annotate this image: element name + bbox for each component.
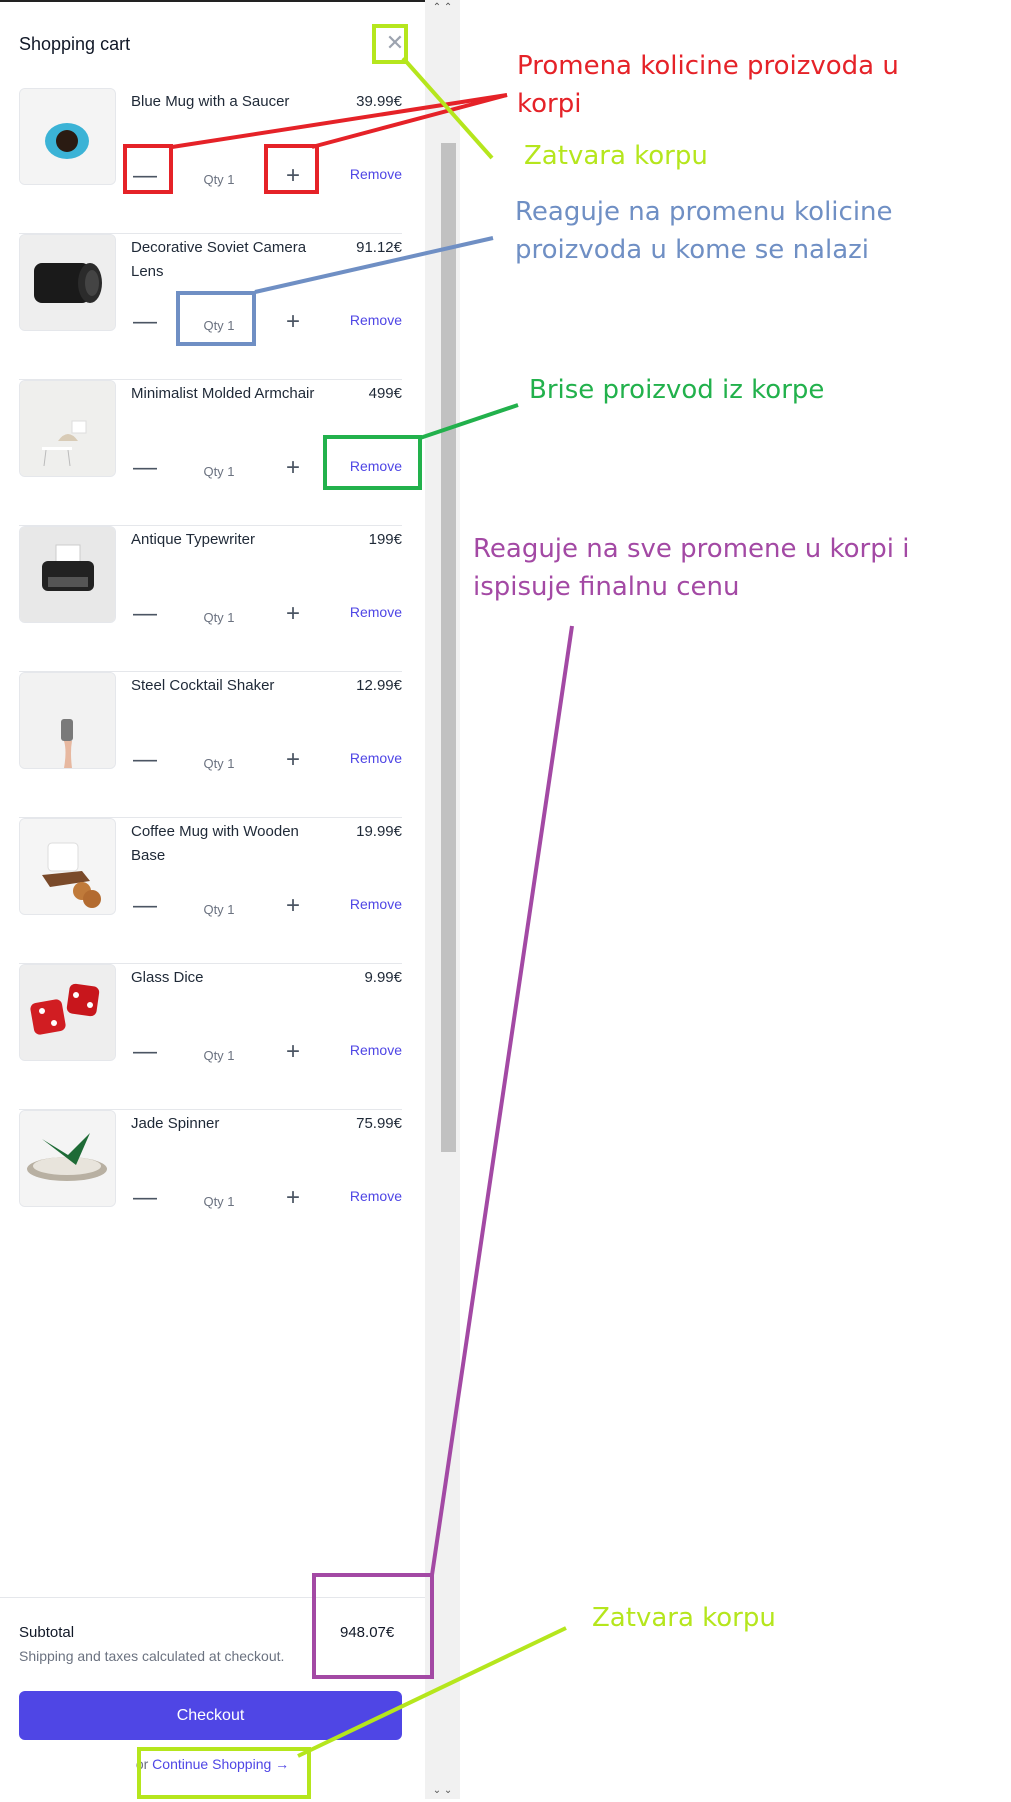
product-price: 12.99€ bbox=[356, 677, 402, 694]
quantity-display: Qty 1 bbox=[203, 756, 235, 771]
annotation-subtotal: Reaguje na sve promene u korpi i ispisuj… bbox=[473, 534, 910, 602]
product-price: 499€ bbox=[368, 385, 402, 402]
product-name[interactable]: Glass Dice bbox=[131, 966, 321, 990]
cart-item: Antique Typewriter 199€ — Qty 1 + Remove bbox=[19, 526, 402, 672]
product-image-glass-dice[interactable] bbox=[19, 964, 116, 1061]
quantity-display: Qty 1 bbox=[203, 172, 235, 187]
scroll-up-arrow-icon[interactable]: ⌃ ⌃ bbox=[425, 0, 460, 16]
product-price: 199€ bbox=[368, 531, 402, 548]
annotation-qty-change: Promena kolicine proizvoda u korpi bbox=[517, 51, 899, 119]
cart-title: Shopping cart bbox=[19, 34, 131, 54]
annotation-box-subtotal bbox=[312, 1573, 434, 1679]
product-name[interactable]: Minimalist Molded Armchair bbox=[131, 382, 321, 406]
annotation-close-top: Zatvara korpu bbox=[524, 141, 708, 171]
remove-button[interactable]: Remove bbox=[350, 896, 402, 912]
product-image-cocktail-shaker[interactable] bbox=[19, 672, 116, 769]
plus-icon[interactable]: + bbox=[271, 302, 315, 342]
remove-button[interactable]: Remove bbox=[350, 750, 402, 766]
scroll-down-arrow-icon[interactable]: ⌄ ⌄ bbox=[425, 1783, 460, 1799]
product-price: 91.12€ bbox=[356, 239, 402, 256]
remove-button[interactable]: Remove bbox=[350, 1188, 402, 1204]
cart-item: Glass Dice 9.99€ — Qty 1 + Remove bbox=[19, 964, 402, 1110]
minus-icon[interactable]: — bbox=[123, 1032, 167, 1072]
remove-button[interactable]: Remove bbox=[350, 1042, 402, 1058]
annotation-box-continue bbox=[137, 1747, 311, 1799]
cart-item: Steel Cocktail Shaker 12.99€ — Qty 1 + R… bbox=[19, 672, 402, 818]
remove-button[interactable]: Remove bbox=[350, 312, 402, 328]
annotation-close-bottom: Zatvara korpu bbox=[592, 1603, 776, 1633]
annotation-box-close bbox=[372, 24, 408, 64]
subtotal-label: Subtotal bbox=[19, 1624, 75, 1641]
plus-icon[interactable]: + bbox=[271, 740, 315, 780]
cart-item: Coffee Mug with Wooden Base 19.99€ — Qty… bbox=[19, 818, 402, 964]
cart-item: Jade Spinner 75.99€ — Qty 1 + Remove bbox=[19, 1110, 402, 1255]
minus-icon[interactable]: — bbox=[123, 594, 167, 634]
annotation-box-qty bbox=[176, 291, 256, 346]
plus-icon[interactable]: + bbox=[271, 594, 315, 634]
plus-icon[interactable]: + bbox=[271, 1032, 315, 1072]
scrollbar[interactable]: ⌃ ⌃ ⌄ ⌄ bbox=[425, 0, 460, 1799]
minus-icon[interactable]: — bbox=[123, 1178, 167, 1218]
product-price: 19.99€ bbox=[356, 823, 402, 840]
product-image-armchair[interactable] bbox=[19, 380, 116, 477]
annotation-box-remove bbox=[323, 435, 422, 490]
minus-icon[interactable]: — bbox=[123, 302, 167, 342]
product-image-blue-mug[interactable] bbox=[19, 88, 116, 185]
cart-panel: Shopping cart ✕ Blue Mug with a Saucer 3… bbox=[0, 2, 425, 1799]
product-name[interactable]: Coffee Mug with Wooden Base bbox=[131, 820, 321, 868]
quantity-display: Qty 1 bbox=[203, 610, 235, 625]
annotation-line-total: Reaguje na promenu kolicine proizvoda u … bbox=[515, 197, 893, 265]
plus-icon[interactable]: + bbox=[271, 886, 315, 926]
shipping-note: Shipping and taxes calculated at checkou… bbox=[19, 1648, 285, 1664]
checkout-button[interactable]: Checkout bbox=[19, 1691, 402, 1740]
plus-icon[interactable]: + bbox=[271, 448, 315, 488]
remove-button[interactable]: Remove bbox=[350, 166, 402, 182]
product-image-coffee-mug[interactable] bbox=[19, 818, 116, 915]
minus-icon[interactable]: — bbox=[123, 740, 167, 780]
annotation-box-minus bbox=[123, 144, 173, 194]
annotation-remove-item: Brise proizvod iz korpe bbox=[529, 375, 825, 405]
quantity-display: Qty 1 bbox=[203, 1194, 235, 1209]
product-name[interactable]: Decorative Soviet Camera Lens bbox=[131, 236, 321, 284]
product-name[interactable]: Blue Mug with a Saucer bbox=[131, 90, 321, 114]
product-name[interactable]: Steel Cocktail Shaker bbox=[131, 674, 321, 698]
quantity-display: Qty 1 bbox=[203, 1048, 235, 1063]
product-price: 75.99€ bbox=[356, 1115, 402, 1132]
product-price: 39.99€ bbox=[356, 93, 402, 110]
product-name[interactable]: Jade Spinner bbox=[131, 1112, 321, 1136]
product-image-typewriter[interactable] bbox=[19, 526, 116, 623]
plus-icon[interactable]: + bbox=[271, 1178, 315, 1218]
quantity-display: Qty 1 bbox=[203, 902, 235, 917]
scrollbar-thumb[interactable] bbox=[441, 143, 456, 1152]
minus-icon[interactable]: — bbox=[123, 886, 167, 926]
remove-button[interactable]: Remove bbox=[350, 604, 402, 620]
product-image-jade-spinner[interactable] bbox=[19, 1110, 116, 1207]
product-price: 9.99€ bbox=[364, 969, 402, 986]
product-name[interactable]: Antique Typewriter bbox=[131, 528, 321, 552]
product-image-camera-lens[interactable] bbox=[19, 234, 116, 331]
quantity-display: Qty 1 bbox=[203, 464, 235, 479]
minus-icon[interactable]: — bbox=[123, 448, 167, 488]
cart-header: Shopping cart ✕ bbox=[19, 30, 404, 60]
cart-items-list: Blue Mug with a Saucer 39.99€ — Qty 1 + … bbox=[19, 88, 402, 1255]
annotation-box-plus bbox=[264, 144, 319, 194]
cart-item: Blue Mug with a Saucer 39.99€ — Qty 1 + … bbox=[19, 88, 402, 234]
